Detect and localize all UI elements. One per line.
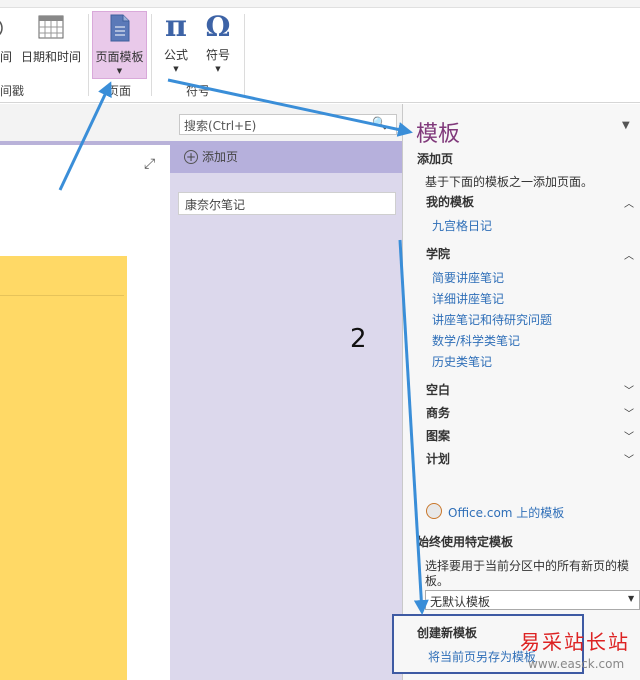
- page-list-item-label: 康奈尔笔记: [185, 198, 246, 212]
- page-list: [170, 141, 402, 680]
- category-planners[interactable]: 计划: [426, 450, 450, 467]
- add-page-description: 基于下面的模板之一添加页面。: [425, 175, 594, 189]
- time-button[interactable]: 间: [0, 14, 12, 64]
- category-blank[interactable]: 空白: [426, 381, 450, 398]
- template-link-lecture-research[interactable]: 讲座笔记和待研究问题: [432, 311, 552, 328]
- calendar-icon: [38, 15, 64, 39]
- template-link-grid-diary[interactable]: 九宫格日记: [432, 217, 492, 234]
- plus-icon: +: [184, 150, 198, 164]
- page-template-icon: [110, 14, 129, 42]
- always-use-heading: 始终使用特定模板: [417, 535, 514, 549]
- chevron-down-icon[interactable]: ﹀: [624, 405, 634, 420]
- add-page-button[interactable]: + 添加页: [184, 148, 238, 165]
- omega-icon: Ω: [205, 10, 231, 43]
- group-separator: [151, 14, 152, 96]
- symbol-button[interactable]: Ω 符号 ▼: [200, 10, 236, 73]
- group-separator: [88, 14, 89, 96]
- time-button-label: 间: [0, 50, 13, 64]
- dropdown-arrow-icon: ▼: [116, 67, 123, 75]
- template-link-math-science[interactable]: 数学/科学类笔记: [432, 332, 520, 349]
- watermark-url: www.easck.com: [528, 657, 625, 671]
- default-template-value: 无默认模板: [430, 595, 491, 609]
- search-input[interactable]: 搜索(Ctrl+E): [179, 114, 397, 135]
- formula-button-label: 公式: [163, 48, 188, 62]
- chevron-down-icon[interactable]: ▼: [628, 594, 634, 603]
- page-template-button[interactable]: 页面模板 ▼: [92, 14, 147, 75]
- pi-icon: π: [165, 9, 187, 44]
- template-page-preview: [0, 256, 127, 680]
- timestamp-group-label: 时间戳: [0, 84, 25, 98]
- datetime-button[interactable]: 日期和时间: [20, 14, 82, 65]
- create-template-heading: 创建新模板: [417, 626, 478, 640]
- chevron-up-icon[interactable]: ︿: [624, 247, 634, 262]
- search-icon[interactable]: 🔍: [372, 116, 387, 130]
- page-list-item[interactable]: 康奈尔笔记: [178, 192, 396, 215]
- panel-menu-icon[interactable]: ▼: [622, 120, 630, 131]
- ribbon-top-strip: [0, 0, 640, 8]
- clock-icon: [0, 20, 3, 36]
- office-icon: [426, 503, 442, 519]
- template-link-history[interactable]: 历史类笔记: [432, 353, 492, 370]
- add-page-heading: 添加页: [417, 152, 454, 166]
- my-templates-heading[interactable]: 我的模板: [426, 193, 474, 210]
- dropdown-arrow-icon: ▼: [215, 65, 221, 73]
- symbol-group-label: 符号: [186, 84, 211, 98]
- chevron-down-icon[interactable]: ﹀: [624, 382, 634, 397]
- search-placeholder: 搜索(Ctrl+E): [184, 119, 257, 133]
- page-group-label: 页面: [107, 84, 132, 98]
- academic-heading[interactable]: 学院: [426, 245, 450, 262]
- category-business[interactable]: 商务: [426, 404, 450, 421]
- page-template-button-label: 页面模板: [95, 50, 144, 64]
- office-templates-link[interactable]: Office.com 上的模板: [448, 504, 564, 521]
- template-link-simple-lecture[interactable]: 简要讲座笔记: [432, 269, 504, 286]
- dropdown-arrow-icon: ▼: [173, 65, 179, 73]
- add-page-label: 添加页: [202, 150, 239, 164]
- chevron-down-icon[interactable]: ﹀: [624, 451, 634, 466]
- default-template-select[interactable]: 无默认模板: [425, 590, 640, 610]
- annotation-number: 2: [350, 324, 367, 354]
- category-patterns[interactable]: 图案: [426, 427, 450, 444]
- chevron-down-icon[interactable]: ﹀: [624, 428, 634, 443]
- template-rule-line: [0, 295, 124, 296]
- chevron-up-icon[interactable]: ︿: [624, 195, 634, 210]
- watermark-logo-text: 易采站长站: [520, 630, 630, 654]
- panel-title: 模板: [416, 122, 461, 147]
- expand-icon[interactable]: ⤢: [144, 156, 155, 172]
- formula-button[interactable]: π 公式 ▼: [158, 9, 194, 74]
- always-use-desc-cont: 板。: [425, 574, 450, 588]
- template-link-detailed-lecture[interactable]: 详细讲座笔记: [432, 290, 504, 307]
- group-separator: [244, 14, 245, 96]
- symbol-button-label: 符号: [205, 48, 230, 62]
- always-use-desc: 选择要用于当前分区中的所有新页的模: [425, 559, 630, 573]
- datetime-button-label: 日期和时间: [20, 50, 81, 64]
